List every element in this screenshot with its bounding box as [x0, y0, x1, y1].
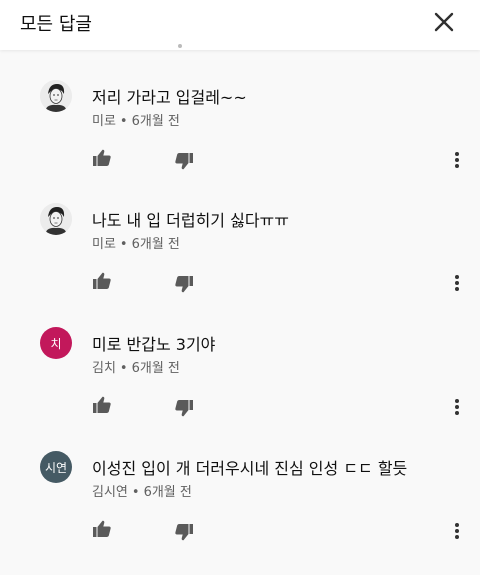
like-button[interactable]	[92, 519, 112, 539]
avatar[interactable]: 치	[40, 327, 72, 359]
thumb-up-icon	[93, 396, 111, 413]
comment-text: 미로 반갑노 3기야	[92, 335, 216, 354]
dislike-button[interactable]	[174, 274, 194, 294]
avatar-initial: 시연	[44, 460, 68, 475]
comment-meta: 미로 • 6개월 전	[92, 233, 180, 252]
meta-separator: •	[131, 485, 140, 500]
comment-text: 저리 가라고 입걸레~~	[92, 88, 247, 107]
close-icon	[434, 12, 454, 32]
comment-time[interactable]: 6개월 전	[144, 485, 192, 500]
header-title: 모든 답글	[20, 14, 92, 35]
thumb-down-icon	[175, 524, 193, 541]
avatar[interactable]: 시연	[40, 451, 72, 483]
more-vert-icon	[455, 399, 459, 415]
thumb-down-icon	[175, 400, 193, 417]
replies-header: 모든 답글	[0, 0, 480, 50]
meta-separator: •	[119, 237, 128, 252]
comment-time[interactable]: 6개월 전	[132, 114, 180, 129]
comment-item: 저리 가라고 입걸레~~ 미로 • 6개월 전	[0, 80, 480, 203]
like-button[interactable]	[92, 271, 112, 291]
avatar-initial: 치	[50, 336, 62, 351]
avatar[interactable]	[40, 80, 72, 112]
thumb-up-icon	[93, 520, 111, 537]
comment-item: 시연 이성진 입이 개 더러우시네 진심 인성 ㄷㄷ 할듯 김시연 • 6개월 전	[0, 451, 480, 574]
meta-separator: •	[119, 361, 128, 376]
comment-author[interactable]: 김시연	[92, 485, 128, 500]
more-options-button[interactable]	[452, 150, 462, 170]
comment-author[interactable]: 미로	[92, 237, 116, 252]
scroll-indicator	[178, 44, 182, 48]
comment-time[interactable]: 6개월 전	[132, 237, 180, 252]
comment-author[interactable]: 미로	[92, 114, 116, 129]
more-options-button[interactable]	[452, 397, 462, 417]
comment-meta: 김시연 • 6개월 전	[92, 481, 192, 500]
more-vert-icon	[455, 152, 459, 168]
thumb-up-icon	[93, 149, 111, 166]
dislike-button[interactable]	[174, 522, 194, 542]
like-button[interactable]	[92, 148, 112, 168]
comment-meta: 미로 • 6개월 전	[92, 110, 180, 129]
meta-separator: •	[119, 114, 128, 129]
like-button[interactable]	[92, 395, 112, 415]
comment-text: 나도 내 입 더럽히기 싫다ㅠㅠ	[92, 211, 289, 230]
comment-author[interactable]: 김치	[92, 361, 116, 376]
thumb-down-icon	[175, 276, 193, 293]
more-options-button[interactable]	[452, 521, 462, 541]
comment-item: 나도 내 입 더럽히기 싫다ㅠㅠ 미로 • 6개월 전	[0, 203, 480, 326]
close-button[interactable]	[430, 8, 458, 36]
avatar[interactable]	[40, 203, 72, 235]
more-options-button[interactable]	[452, 273, 462, 293]
more-vert-icon	[455, 523, 459, 539]
thumb-down-icon	[175, 153, 193, 170]
comment-item: 치 미로 반갑노 3기야 김치 • 6개월 전	[0, 327, 480, 450]
thumb-up-icon	[93, 272, 111, 289]
comment-time[interactable]: 6개월 전	[132, 361, 180, 376]
dislike-button[interactable]	[174, 151, 194, 171]
comment-meta: 김치 • 6개월 전	[92, 357, 180, 376]
dislike-button[interactable]	[174, 398, 194, 418]
comment-text: 이성진 입이 개 더러우시네 진심 인성 ㄷㄷ 할듯	[92, 459, 408, 478]
more-vert-icon	[455, 275, 459, 291]
